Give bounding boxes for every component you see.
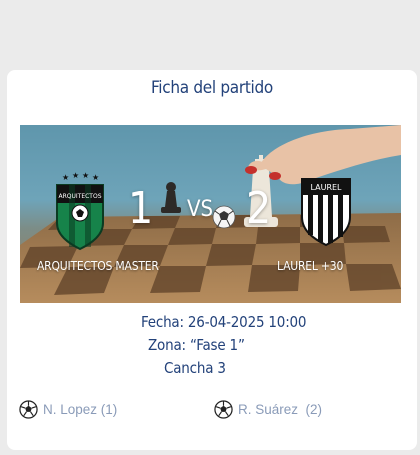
soccer-ball-icon: [19, 400, 38, 419]
home-score: 1: [128, 183, 154, 234]
home-team-badge: ★ ★ ★ ★ ARQUITECTOS: [56, 171, 104, 251]
vs-label: VS: [187, 197, 214, 222]
home-scorer-name: N. Lopez (1): [43, 402, 118, 417]
match-date: Fecha: 26-04-2025 10:00: [141, 313, 307, 331]
soccer-ball-icon: [214, 400, 233, 419]
away-badge-text: LAUREL: [310, 183, 342, 192]
away-score: 2: [246, 183, 272, 234]
home-badge-text: ARQUITECTOS: [59, 193, 102, 200]
svg-text:★: ★: [72, 171, 79, 180]
away-team-badge: LAUREL: [301, 178, 351, 247]
home-scorer: N. Lopez (1): [19, 400, 117, 419]
svg-text:★: ★: [62, 173, 69, 182]
match-zone: Zona: “Fase 1”: [148, 336, 245, 354]
svg-text:★: ★: [92, 173, 99, 182]
card-title: Ficha del partido: [151, 78, 273, 98]
away-scorer: R. Suárez (2): [214, 400, 322, 419]
away-scorer-name: R. Suárez (2): [238, 402, 323, 417]
away-team-name: LAUREL +30: [277, 259, 344, 273]
match-card: Ficha del partido ★ ★ ★ ★ ARQUITECTOS LA…: [7, 70, 417, 450]
home-team-name: ARQUITECTOS MASTER: [37, 259, 159, 273]
svg-text:★: ★: [82, 171, 89, 180]
match-court: Cancha 3: [164, 359, 226, 377]
match-hero-banner: ★ ★ ★ ★ ARQUITECTOS LAUREL 1 VS 2 ARQUIT…: [20, 125, 401, 303]
